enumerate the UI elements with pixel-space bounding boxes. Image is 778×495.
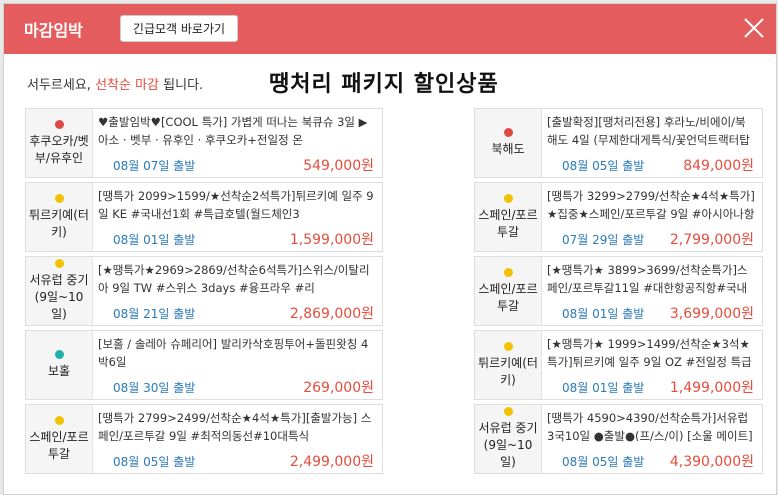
deal-destination-box: 스페인/포르투갈 — [475, 257, 542, 325]
deal-departure-date: 08월 30일 출발 — [113, 381, 196, 395]
deal-price: 4,390,000원 — [669, 454, 754, 470]
intro-suffix: 됩니다. — [163, 78, 204, 93]
status-dot-icon — [54, 119, 64, 129]
deal-description[interactable]: [출발확정][땡처리전용] 후라노/비에이/북해도 4일 (무제한대게특식/꽃언… — [547, 113, 755, 149]
deal-price: 269,000원 — [303, 380, 374, 396]
deal-card[interactable]: 보홀 [보홀 / 솔레아 슈페리어] 발리카삭호핑투어+돌핀왓칭 4박6일 08… — [25, 330, 383, 400]
deal-card[interactable]: 튀르키예(터키) [★땡특가★ 1999>1499/선착순★3석★특가]튀르키예… — [474, 330, 763, 400]
deal-description[interactable]: [땡특가 4590>4390/선착순특가]서유럽3국10일 ●출발●(프/스/이… — [547, 409, 755, 445]
deal-destination: 후쿠오카/벳부/유후인 — [29, 133, 89, 165]
deal-destination-box: 북해도 — [475, 109, 542, 177]
deal-departure-date: 08월 01일 출발 — [113, 233, 196, 247]
status-dot-icon — [54, 259, 64, 268]
deal-price: 849,000원 — [683, 158, 754, 174]
deal-card[interactable]: 튀르키예(터키) [땡특가 2099>1599/★선착순2석특가]튀르키예 일주… — [25, 182, 383, 252]
deal-destination: 스페인/포르투갈 — [29, 429, 89, 461]
deal-description[interactable]: [보홀 / 솔레아 슈페리어] 발리카삭호핑투어+돌핀왓칭 4박6일 — [98, 335, 376, 371]
deal-card[interactable]: 서유럽 중기(9일~10일) [★땡특가★2969>2869/선착순6석특가]스… — [25, 256, 383, 326]
deadline-popup: 마감임박 긴급모객 바로가기 서두르세요, 선착순 마감 됩니다. 땡처리 패키… — [3, 3, 777, 495]
deal-departure-date: 08월 21일 출발 — [113, 307, 196, 321]
deal-card[interactable]: 스페인/포르투갈 [땡특가 3299>2799/선착순★4석★특가]★집중★스페… — [474, 182, 763, 252]
deal-description[interactable]: [★땡특가★2969>2869/선착순6석특가]스위스/이탈리아 9일 TW #… — [98, 261, 376, 297]
close-icon[interactable] — [742, 16, 766, 40]
deal-price: 2,499,000원 — [289, 454, 374, 470]
deal-description[interactable]: [땡특가 3299>2799/선착순★4석★특가]★집중★스페인/포르투갈 9일… — [547, 187, 755, 223]
deal-destination-box: 후쿠오카/벳부/유후인 — [26, 109, 93, 177]
deal-destination-box: 보홀 — [26, 331, 93, 399]
deal-departure-date: 08월 01일 출발 — [562, 381, 645, 395]
deal-destination: 튀르키예(터키) — [478, 355, 538, 387]
deal-departure-date: 08월 05일 출발 — [113, 455, 196, 469]
deal-price: 3,699,000원 — [669, 306, 754, 322]
deal-destination: 보홀 — [47, 364, 71, 378]
status-dot-icon — [503, 267, 513, 277]
deal-destination-box: 스페인/포르투갈 — [475, 183, 542, 251]
deal-departure-date: 08월 01일 출발 — [562, 307, 645, 321]
deal-card[interactable]: 서유럽 중기(9일~10일) [땡특가 4590>4390/선착순특가]서유럽3… — [474, 404, 763, 474]
deal-description[interactable]: ♥출발임박♥[COOL 특가] 가볍게 떠나는 북큐슈 3일 ▶아소 · 벳부 … — [98, 113, 376, 149]
status-dot-icon — [54, 350, 64, 359]
popup-title: 마감임박 — [24, 21, 83, 40]
status-dot-icon — [503, 407, 513, 416]
status-dot-icon — [54, 415, 64, 425]
status-dot-icon — [54, 193, 64, 203]
deal-card[interactable]: 북해도 [출발확정][땡처리전용] 후라노/비에이/북해도 4일 (무제한대게특… — [474, 108, 763, 178]
urgent-recruit-shortcut-button[interactable]: 긴급모객 바로가기 — [120, 15, 238, 42]
page-headline: 땡처리 패키지 할인상품 — [269, 72, 499, 97]
deal-destination-box: 튀르키예(터키) — [475, 331, 542, 399]
deal-card[interactable]: 스페인/포르투갈 [땡특가 2799>2499/선착순★4석★특가][출발가능]… — [25, 404, 383, 474]
status-dot-icon — [503, 128, 513, 137]
deal-destination: 스페인/포르투갈 — [478, 207, 538, 239]
deal-destination: 서유럽 중기(9일~10일) — [29, 273, 89, 321]
deal-description[interactable]: [땡특가 2099>1599/★선착순2석특가]튀르키예 일주 9일 KE #국… — [98, 187, 376, 223]
deal-destination-box: 서유럽 중기(9일~10일) — [475, 405, 542, 473]
deal-description[interactable]: [★땡특가★ 1999>1499/선착순★3석★특가]튀르키예 일주 9일 OZ… — [547, 335, 755, 371]
deal-departure-date: 07월 29일 출발 — [562, 233, 645, 247]
deal-departure-date: 08월 05일 출발 — [562, 159, 645, 173]
deal-description[interactable]: [★땡특가★ 3899>3699/선착순특가]스페인/포르투갈11일 #대한항공… — [547, 261, 755, 297]
deal-card[interactable]: 후쿠오카/벳부/유후인 ♥출발임박♥[COOL 특가] 가볍게 떠나는 북큐슈 … — [25, 108, 383, 178]
deal-card[interactable]: 스페인/포르투갈 [★땡특가★ 3899>3699/선착순특가]스페인/포르투갈… — [474, 256, 763, 326]
deal-destination-box: 튀르키예(터키) — [26, 183, 93, 251]
deal-price: 549,000원 — [303, 158, 374, 174]
deal-destination: 튀르키예(터키) — [29, 207, 89, 239]
deal-destination: 서유럽 중기(9일~10일) — [478, 421, 538, 469]
status-dot-icon — [503, 193, 513, 203]
deal-price: 2,869,000원 — [289, 306, 374, 322]
deal-price: 1,599,000원 — [289, 232, 374, 248]
deal-destination: 북해도 — [491, 142, 525, 156]
deal-description[interactable]: [땡특가 2799>2499/선착순★4석★특가][출발가능] 스페인/포르투갈… — [98, 409, 376, 445]
intro-prefix: 서두르세요, — [27, 78, 91, 93]
deal-destination: 스페인/포르투갈 — [478, 281, 538, 313]
deal-price: 1,499,000원 — [669, 380, 754, 396]
deal-price: 2,799,000원 — [669, 232, 754, 248]
deal-departure-date: 08월 07일 출발 — [113, 159, 196, 173]
deal-destination-box: 서유럽 중기(9일~10일) — [26, 257, 93, 325]
status-dot-icon — [503, 341, 513, 351]
intro-text: 서두르세요, 선착순 마감 됩니다. — [27, 74, 203, 93]
popup-header: 마감임박 긴급모객 바로가기 — [4, 4, 776, 54]
deal-destination-box: 스페인/포르투갈 — [26, 405, 93, 473]
deal-departure-date: 08월 05일 출발 — [562, 455, 645, 469]
intro-highlight: 선착순 마감 — [95, 78, 160, 93]
